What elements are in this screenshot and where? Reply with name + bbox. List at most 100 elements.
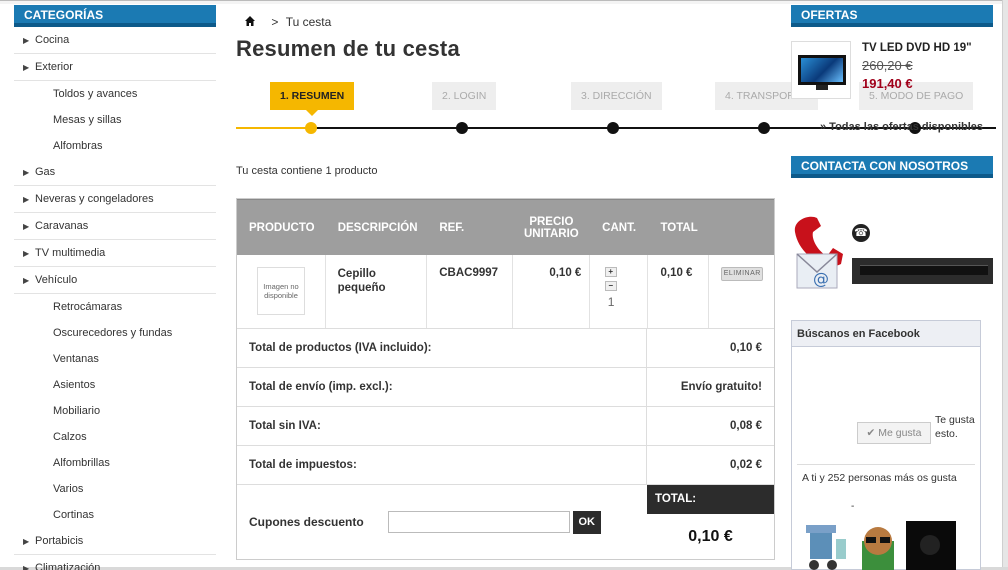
summary-value: 0,10 € <box>730 342 762 354</box>
like-button[interactable]: ✔ Me gusta <box>857 422 931 444</box>
category-label: Portabicis <box>35 535 84 547</box>
category-label: Ventanas <box>53 353 99 365</box>
categories-heading: CATEGORÍAS <box>14 5 216 27</box>
steps-track-progress <box>236 127 312 129</box>
contact-phone-bar <box>852 258 993 284</box>
subcategory-item[interactable]: Calzos <box>14 424 216 450</box>
subcategory-item[interactable]: Alfombrillas <box>14 450 216 476</box>
like-text: Te gusta esto. <box>935 414 975 440</box>
product-image-cell: Imagen no disponible <box>237 255 326 328</box>
category-item[interactable]: ▶ Caravanas <box>14 213 216 240</box>
coupon-input[interactable] <box>387 511 570 533</box>
subcategory-item[interactable]: Ventanas <box>14 346 216 372</box>
col-unit-price: PRECIO UNITARIO <box>524 215 579 240</box>
tv-stand <box>816 85 828 90</box>
col-ref: REF. <box>439 221 465 234</box>
qty-cell: + − 1 <box>590 255 649 328</box>
home-icon[interactable] <box>244 15 256 27</box>
offer-title[interactable]: TV LED DVD HD 19" <box>862 42 972 54</box>
category-item[interactable]: ▶ Neveras y congeladores <box>14 186 216 213</box>
subcategory-item[interactable]: Retrocámaras <box>14 294 216 320</box>
qty-decrease-button[interactable]: − <box>604 281 617 291</box>
category-item[interactable]: ▶ Cocina <box>14 27 216 54</box>
col-total: TOTAL <box>660 221 698 234</box>
category-item[interactable]: ▶ Portabicis <box>14 528 216 555</box>
facebook-dash: - <box>851 501 855 512</box>
step-summary[interactable]: 1. RESUMEN <box>270 82 355 116</box>
avatar[interactable] <box>854 521 904 570</box>
avatar[interactable] <box>906 521 956 570</box>
category-list: ▶ Cocina ▶ Exterior Toldos y avances Mesas y … <box>14 27 216 570</box>
chevron-right-icon: ▶ <box>23 168 30 177</box>
col-product: PRODUCTO <box>249 221 315 234</box>
product-description-text[interactable]: Cepillo pequeño <box>338 267 408 295</box>
product-image-placeholder[interactable]: Imagen no disponible <box>257 267 305 315</box>
offer-image[interactable] <box>791 41 851 99</box>
total-label: TOTAL: <box>647 485 774 514</box>
category-item[interactable]: ▶ Exterior <box>14 54 216 81</box>
qty-value: 1 <box>607 295 615 309</box>
category-item[interactable]: ▶ TV multimedia <box>14 240 216 267</box>
step-address[interactable]: 3. DIRECCIÓN <box>571 82 662 110</box>
facebook-divider <box>797 464 975 465</box>
col-qty: CANT. <box>602 221 637 234</box>
facebook-heading: Búscanos en Facebook <box>792 321 980 347</box>
summary-label: Total de productos (IVA incluido): <box>237 329 647 367</box>
step-dot-address <box>607 122 619 134</box>
subcategory-item[interactable]: Mesas y sillas <box>14 107 216 133</box>
subcategory-item[interactable]: Asientos <box>14 372 216 398</box>
summary-row-taxes: Total de impuestos: 0,02 € <box>237 446 774 485</box>
category-label: Caravanas <box>35 220 89 232</box>
category-label: Alfombrillas <box>53 457 110 469</box>
facebook-avatars <box>802 521 972 570</box>
coupon-label: Cupones descuento <box>249 515 364 529</box>
qty-increase-button[interactable]: + <box>604 267 617 277</box>
category-label: Varios <box>53 483 84 495</box>
subcategory-item[interactable]: Oscurecedores y fundas <box>14 320 216 346</box>
all-offers-link[interactable]: » Todas las ofertas disponibles <box>820 121 983 133</box>
category-label: Neveras y congeladores <box>35 193 154 205</box>
category-item[interactable]: ▶ Gas <box>14 159 216 186</box>
category-label: Retrocámaras <box>53 301 123 313</box>
category-item[interactable]: ▶ Vehículo <box>14 267 216 294</box>
subcategory-item[interactable]: Mobiliario <box>14 398 216 424</box>
category-label: Oscurecedores y fundas <box>53 327 173 339</box>
coupon-area: Cupones descuento OK <box>237 485 647 559</box>
chevron-right-icon: ▶ <box>23 537 30 546</box>
breadcrumb-current: Tu cesta <box>285 15 332 29</box>
cart-header-row: PRODUCTO DESCRIPCIÓN REF. PRECIO UNITARI… <box>237 199 774 255</box>
chevron-right-icon: ▶ <box>23 195 30 204</box>
category-label: Toldos y avances <box>53 88 138 100</box>
offer-item[interactable]: TV LED DVD HD 19" 260,20 € 191,40 € <box>791 41 993 101</box>
chevron-right-icon: ▶ <box>23 63 30 72</box>
subcategory-item[interactable]: Alfombras <box>14 133 216 159</box>
main-content: > Tu cesta Resumen de tu cesta <box>236 12 776 62</box>
summary-label: Total de envío (imp. excl.): <box>237 368 647 406</box>
step-dot-summary <box>305 122 317 134</box>
chevron-right-icon: ▶ <box>23 276 30 285</box>
category-label: Cortinas <box>53 509 94 521</box>
summary-label: Total sin IVA: <box>237 407 647 445</box>
page-title: Resumen de tu cesta <box>236 36 460 61</box>
contact-heading: CONTACTA CON NOSOTROS <box>791 156 993 178</box>
chevron-right-icon: ▶ <box>23 249 30 258</box>
contact-area: @ ☎ <box>791 212 993 292</box>
avatar[interactable] <box>802 521 852 570</box>
subcategory-item[interactable]: Toldos y avances <box>14 81 216 107</box>
step-login[interactable]: 2. LOGIN <box>432 82 497 110</box>
col-description: DESCRIPCIÓN <box>337 221 418 234</box>
coupon-ok-button[interactable]: OK <box>572 510 601 534</box>
step-dot-login <box>456 122 468 134</box>
offers-heading: OFERTAS <box>791 5 993 27</box>
vertical-scrollbar[interactable] <box>1002 0 1008 570</box>
subcategory-item[interactable]: Varios <box>14 476 216 502</box>
product-description[interactable]: Cepillo pequeño <box>326 255 428 328</box>
category-item[interactable]: ▶ Climatización <box>14 555 216 570</box>
category-label: Exterior <box>35 61 73 73</box>
offers-panel: OFERTAS <box>791 5 993 27</box>
delete-button[interactable]: ELIMINAR <box>721 267 764 281</box>
categories-sidebar: CATEGORÍAS ▶ Cocina ▶ Exterior Toldos y avan… <box>14 5 216 570</box>
total-box: TOTAL: 0,10 € <box>647 485 774 559</box>
subcategory-item[interactable]: Cortinas <box>14 502 216 528</box>
tv-icon <box>798 55 846 85</box>
